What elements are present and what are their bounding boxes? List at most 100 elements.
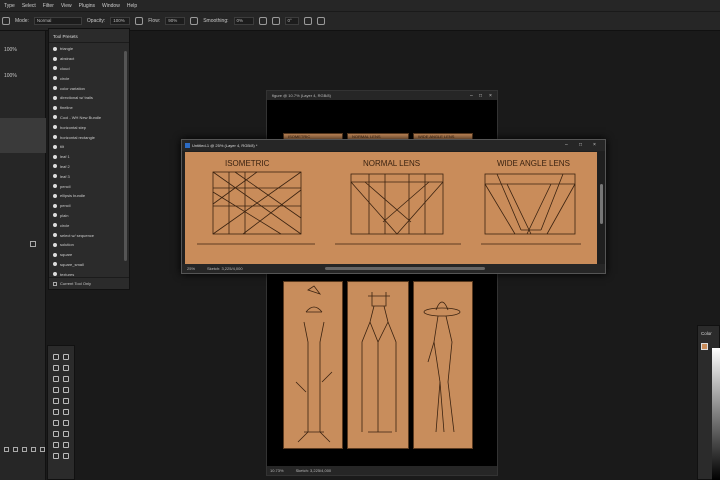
preset-item[interactable]: ellipsis bundle — [49, 191, 123, 201]
shape-icon[interactable] — [63, 442, 69, 448]
left-value-1: 100% — [4, 47, 17, 53]
brush-icon-tool[interactable] — [63, 387, 69, 393]
menu-type[interactable]: Type — [4, 3, 15, 9]
preset-item[interactable]: leaf 1 — [49, 152, 123, 162]
move-icon[interactable] — [53, 354, 59, 360]
preset-item[interactable]: fineline — [49, 103, 123, 113]
hand-icon[interactable] — [53, 453, 59, 459]
document-window-untitled[interactable]: Untitled-1 @ 25% (Layer 4, RGB/8) * – □ … — [181, 139, 606, 274]
fx-icon[interactable] — [13, 447, 18, 452]
gear-icon[interactable] — [258, 17, 267, 25]
foreground-swatch[interactable] — [701, 343, 708, 350]
preset-item-label: leaf 1 — [60, 154, 70, 160]
preset-item[interactable]: pencil — [49, 201, 123, 211]
preset-item[interactable]: leaf 3 — [49, 171, 123, 181]
preset-item[interactable]: triangle — [49, 44, 123, 54]
close-button[interactable]: × — [489, 93, 492, 99]
history-brush-icon[interactable] — [63, 398, 69, 404]
preset-item-label: horizontal step — [60, 124, 87, 130]
type-icon[interactable] — [63, 431, 69, 437]
preset-item[interactable]: circle — [49, 73, 123, 83]
menu-select[interactable]: Select — [22, 3, 36, 9]
preset-item[interactable]: select w/ sequence — [49, 230, 123, 240]
preset-item[interactable]: cloud — [49, 64, 123, 74]
frame-icon[interactable] — [53, 376, 59, 382]
flow-label: Flow: — [148, 18, 161, 24]
doc-front-zoom[interactable]: 25% — [187, 266, 195, 271]
brush-icon — [53, 252, 57, 257]
color-panel-title: Color — [701, 331, 712, 336]
path-select-icon[interactable] — [53, 442, 59, 448]
color-field[interactable] — [712, 348, 720, 480]
menu-window[interactable]: Window — [102, 3, 120, 9]
crop-icon[interactable] — [63, 365, 69, 371]
pressure-opacity-icon[interactable] — [135, 17, 144, 25]
marquee-icon[interactable] — [63, 354, 69, 360]
front-vertical-scrollbar[interactable] — [600, 184, 603, 224]
preset-item[interactable]: pencil — [49, 181, 123, 191]
gradient-icon[interactable] — [63, 409, 69, 415]
preset-item-label: fineline — [60, 105, 73, 111]
brush-icon — [53, 105, 57, 110]
doc-back-zoom[interactable]: 10.73% — [270, 468, 284, 473]
symmetry-icon[interactable] — [316, 17, 325, 25]
front-horizontal-scrollbar[interactable] — [324, 267, 485, 270]
preset-item[interactable]: Cool - WH New Bundle — [49, 113, 123, 123]
preset-item[interactable]: tilt — [49, 142, 123, 152]
menu-filter[interactable]: Filter — [43, 3, 54, 9]
brush-preset-icon[interactable] — [2, 17, 10, 25]
trash-icon[interactable] — [30, 241, 36, 247]
front-minimize-button[interactable]: – — [565, 142, 568, 148]
link-icon[interactable] — [4, 447, 9, 452]
flow-field[interactable]: 90% — [165, 17, 186, 25]
preset-item[interactable]: abstract — [49, 54, 123, 64]
preset-item[interactable]: plain — [49, 211, 123, 221]
preset-item[interactable]: horizontal step — [49, 122, 123, 132]
mask-icon[interactable] — [22, 447, 27, 452]
preset-item[interactable]: square — [49, 250, 123, 260]
menu-help[interactable]: Help — [127, 3, 137, 9]
smoothing-field[interactable]: 0% — [233, 17, 254, 25]
dodge-icon[interactable] — [63, 420, 69, 426]
front-close-button[interactable]: × — [593, 142, 596, 148]
airbrush-icon[interactable] — [190, 17, 199, 25]
delete-layer-icon[interactable] — [40, 447, 45, 452]
color-panel: Color — [697, 325, 720, 480]
angle-icon[interactable] — [271, 17, 280, 25]
minimize-button[interactable]: – — [470, 93, 473, 99]
preset-item[interactable]: horizontal rectangle — [49, 132, 123, 142]
opacity-field[interactable]: 100% — [110, 17, 131, 25]
pen-icon[interactable] — [53, 431, 59, 437]
mode-select[interactable]: Normal — [33, 17, 82, 25]
pressure-size-icon[interactable] — [303, 17, 312, 25]
menu-view[interactable]: View — [61, 3, 72, 9]
tool-presets-panel: Tool Presets triangle abstract cloud circle… — [48, 28, 130, 290]
lasso-icon[interactable] — [53, 365, 59, 371]
blur-icon[interactable] — [53, 420, 59, 426]
healing-icon[interactable] — [53, 387, 59, 393]
preset-item-label: solution — [60, 242, 74, 248]
stamp-icon[interactable] — [53, 398, 59, 404]
maximize-button[interactable]: □ — [479, 93, 482, 99]
label-normal-lens: NORMAL LENS — [363, 159, 420, 168]
preset-item[interactable]: color variation — [49, 83, 123, 93]
eyedropper-icon[interactable] — [63, 376, 69, 382]
canvas-lens-sketches[interactable]: ISOMETRIC NORMAL LENS WIDE ANGLE LENS — [185, 152, 597, 265]
selected-layer[interactable] — [0, 118, 46, 153]
layer-actions — [4, 447, 46, 455]
current-tool-only-checkbox[interactable] — [53, 281, 57, 286]
new-layer-icon[interactable] — [31, 447, 36, 452]
menu-plugins[interactable]: Plugins — [79, 3, 95, 9]
preset-item[interactable]: circle — [49, 220, 123, 230]
eraser-icon[interactable] — [53, 409, 59, 415]
doc-front-titlebar: Untitled-1 @ 25% (Layer 4, RGB/8) * — [182, 140, 605, 151]
preset-item[interactable]: directional w/ trails — [49, 93, 123, 103]
preset-scrollbar[interactable] — [124, 51, 127, 261]
brush-icon — [53, 154, 57, 159]
preset-item[interactable]: square_small — [49, 260, 123, 270]
angle-field[interactable]: 0° — [284, 17, 299, 25]
preset-item[interactable]: leaf 2 — [49, 162, 123, 172]
preset-item[interactable]: solution — [49, 240, 123, 250]
front-maximize-button[interactable]: □ — [579, 142, 582, 148]
zoom-icon[interactable] — [63, 453, 69, 459]
